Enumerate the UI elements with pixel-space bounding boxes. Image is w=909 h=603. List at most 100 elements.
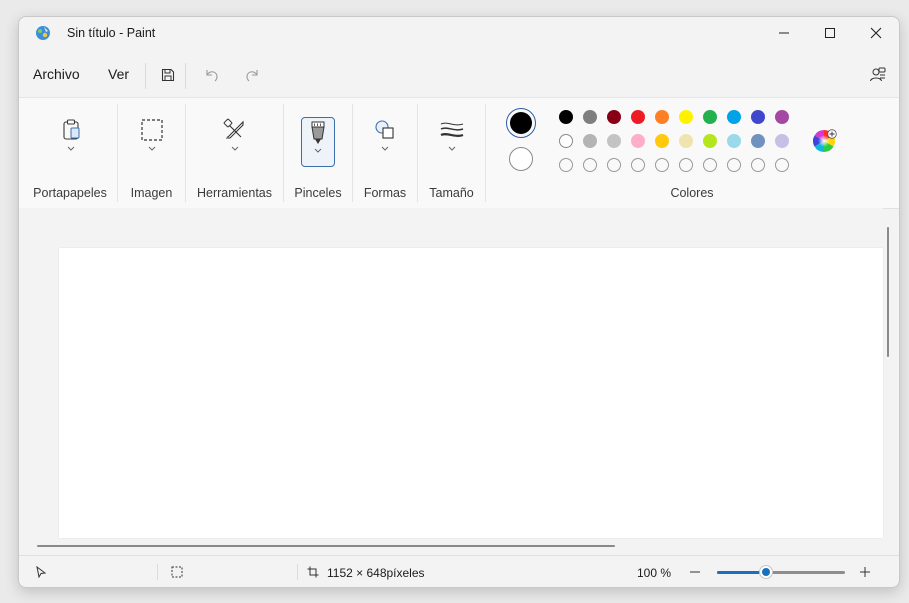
selection-icon — [141, 119, 163, 141]
save-button[interactable] — [155, 62, 181, 88]
color-swatch-empty[interactable] — [751, 158, 765, 172]
group-label-tamano: Tamaño — [429, 186, 474, 200]
group-pinceles: Pinceles — [285, 98, 351, 208]
zoom-level[interactable]: 100 % — [637, 566, 671, 580]
title-bar: Sin título - Paint — [19, 17, 899, 49]
primary-color-swatch — [510, 112, 532, 134]
group-imagen: Imagen — [119, 98, 184, 208]
chevron-down-icon — [448, 146, 456, 151]
group-label-herramientas: Herramientas — [196, 186, 273, 200]
shapes-button[interactable] — [369, 118, 401, 166]
menu-divider — [145, 63, 146, 89]
chevron-down-icon — [148, 146, 156, 151]
group-portapapeles: Portapapeles — [25, 98, 115, 208]
color-swatch[interactable] — [679, 134, 693, 148]
ribbon-divider — [352, 104, 353, 202]
shapes-icon — [375, 120, 394, 139]
color-swatch[interactable] — [679, 110, 693, 124]
color-swatch[interactable] — [631, 110, 645, 124]
color-swatch[interactable] — [655, 134, 669, 148]
ribbon-divider — [283, 104, 284, 202]
color-swatch[interactable] — [751, 110, 765, 124]
color-swatch[interactable] — [703, 134, 717, 148]
status-divider — [157, 564, 158, 580]
menu-bar: Archivo Ver — [19, 57, 899, 93]
color-swatch[interactable] — [703, 110, 717, 124]
stroke-size-icon — [440, 122, 464, 137]
zoom-slider-thumb[interactable] — [758, 565, 773, 579]
color-swatch[interactable] — [583, 134, 597, 148]
stroke-size-button[interactable] — [436, 118, 468, 166]
color-swatch-empty[interactable] — [559, 158, 573, 172]
chevron-down-icon — [231, 146, 239, 151]
undo-button[interactable] — [199, 62, 225, 88]
horizontal-scrollbar[interactable] — [37, 545, 615, 547]
brush-button[interactable] — [301, 117, 335, 167]
menu-ver[interactable]: Ver — [108, 66, 129, 82]
redo-button[interactable] — [239, 62, 265, 88]
color-swatch[interactable] — [559, 110, 573, 124]
group-tamano: Tamaño — [419, 98, 484, 208]
drawing-canvas[interactable] — [59, 248, 883, 538]
account-button[interactable] — [865, 62, 891, 88]
color-swatch-empty[interactable] — [775, 158, 789, 172]
color-swatch-empty[interactable] — [655, 158, 669, 172]
color-swatch-empty[interactable] — [703, 158, 717, 172]
tools-button[interactable] — [219, 118, 251, 166]
ribbon-divider — [185, 104, 186, 202]
group-formas: Formas — [354, 98, 416, 208]
paint-app-icon — [36, 26, 50, 40]
account-settings-icon — [870, 67, 886, 82]
ribbon-divider — [117, 104, 118, 202]
redo-icon — [246, 70, 258, 82]
color-swatch[interactable] — [607, 110, 621, 124]
ribbon: Portapapeles Imagen Herramientas Pincele… — [19, 97, 899, 209]
close-button[interactable] — [853, 17, 899, 49]
group-herramientas: Herramientas — [187, 98, 282, 208]
brush-icon — [311, 121, 325, 144]
color-swatch[interactable] — [775, 110, 789, 124]
workspace — [19, 208, 883, 538]
color-swatch[interactable] — [607, 134, 621, 148]
group-label-colores: Colores — [670, 186, 714, 200]
minimize-icon — [779, 32, 789, 34]
vertical-scrollbar[interactable] — [887, 227, 889, 357]
undo-icon — [206, 70, 218, 82]
group-label-formas: Formas — [363, 186, 407, 200]
clipboard-icon — [63, 119, 80, 140]
paint-window: Sin título - Paint Archivo Ver Portapape… — [18, 16, 900, 588]
zoom-in-button[interactable] — [859, 566, 871, 578]
color-swatch[interactable] — [655, 110, 669, 124]
edit-colors-button[interactable] — [812, 129, 838, 155]
canvas-size-label: 1152 × 648píxeles — [327, 566, 425, 580]
image-selection-button[interactable] — [136, 118, 168, 166]
color-swatch[interactable] — [559, 134, 573, 148]
minimize-button[interactable] — [761, 17, 807, 49]
color-swatch-empty[interactable] — [727, 158, 741, 172]
color-swatch[interactable] — [583, 110, 597, 124]
color-swatch-empty[interactable] — [607, 158, 621, 172]
zoom-out-button[interactable] — [689, 566, 701, 578]
plus-icon — [827, 129, 837, 139]
tools-icon — [223, 118, 244, 139]
color-swatch[interactable] — [727, 110, 741, 124]
menu-archivo[interactable]: Archivo — [33, 66, 80, 82]
color-swatch-empty[interactable] — [679, 158, 693, 172]
clipboard-button[interactable] — [55, 118, 87, 166]
group-label-portapapeles: Portapapeles — [33, 186, 107, 200]
status-bar: 1152 × 648píxeles 100 % — [19, 555, 899, 587]
color-swatch[interactable] — [631, 134, 645, 148]
status-divider — [297, 564, 298, 580]
menu-divider — [185, 63, 186, 89]
color-swatch[interactable] — [751, 134, 765, 148]
selection-size-icon — [171, 566, 183, 578]
close-icon — [870, 27, 882, 39]
color-swatch-empty[interactable] — [583, 158, 597, 172]
color-swatch[interactable] — [775, 134, 789, 148]
maximize-button[interactable] — [807, 17, 853, 49]
ribbon-divider — [485, 104, 486, 202]
color-swatch-empty[interactable] — [631, 158, 645, 172]
secondary-color-button[interactable] — [509, 147, 533, 171]
color-swatch[interactable] — [727, 134, 741, 148]
group-label-imagen: Imagen — [130, 186, 173, 200]
